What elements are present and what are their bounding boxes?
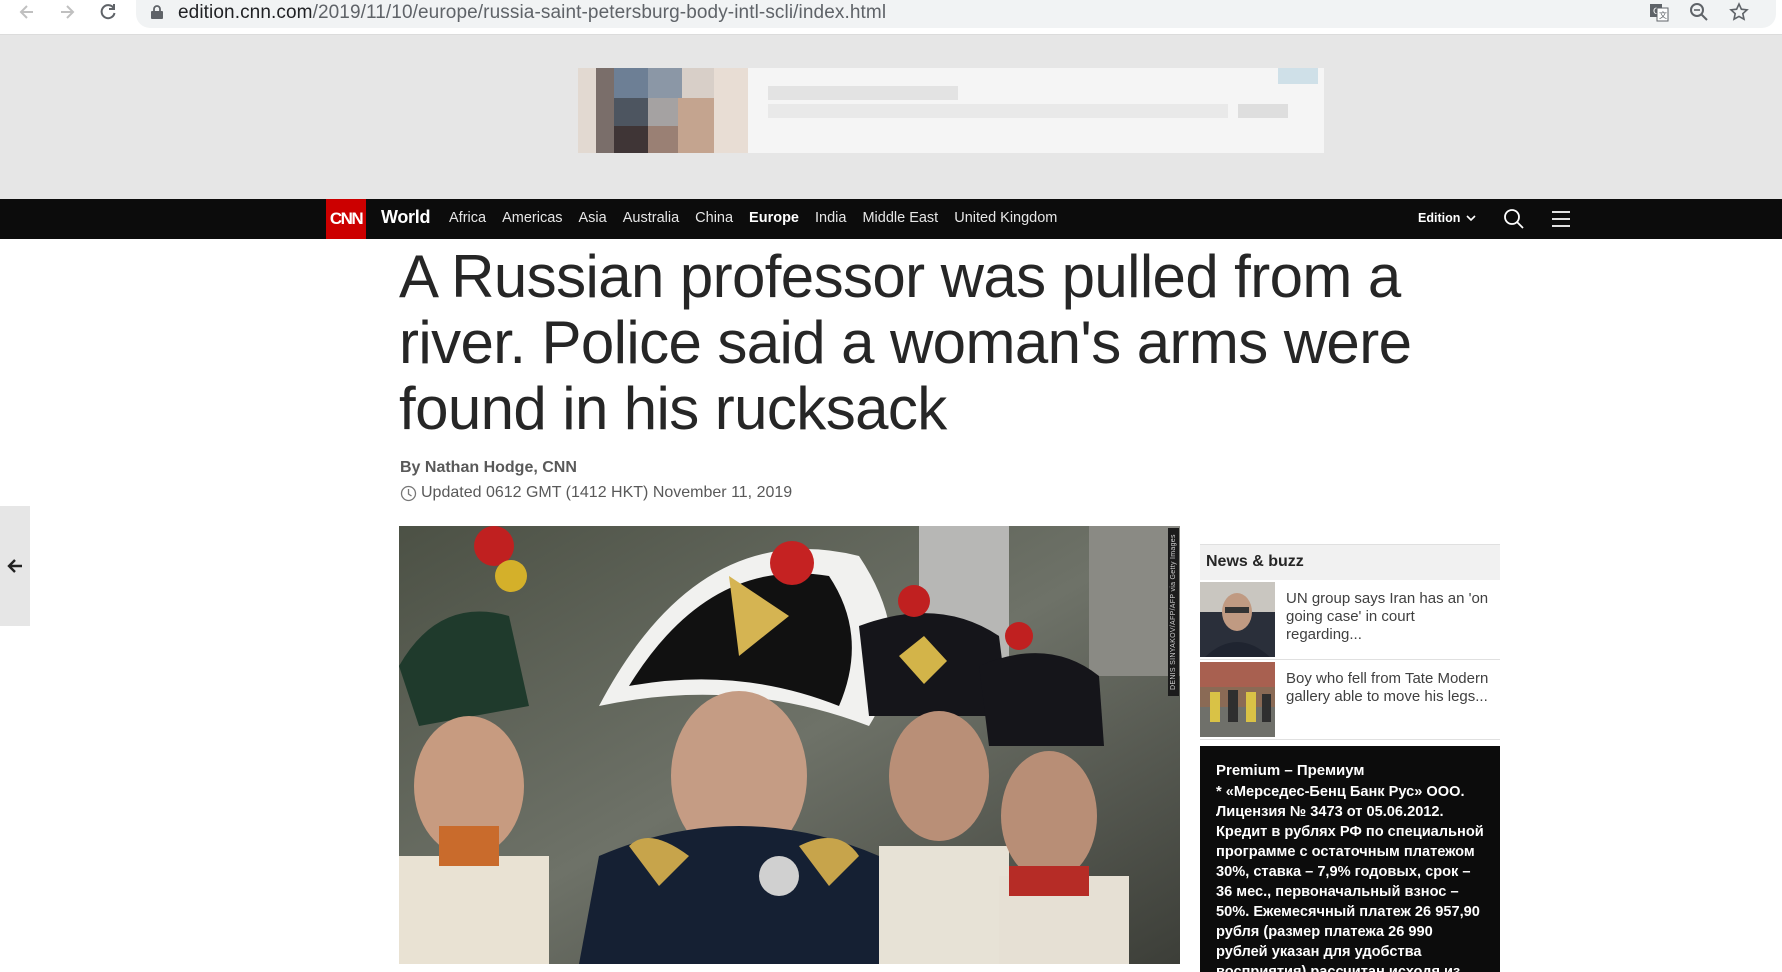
section-title[interactable]: World (381, 207, 430, 228)
ad-thumbnail (578, 68, 748, 153)
bookmark-star-icon[interactable] (1726, 0, 1752, 24)
edition-label: Edition (1418, 211, 1461, 225)
article-photo[interactable] (399, 526, 1180, 964)
browser-toolbar: edition.cnn.com/2019/11/10/europe/russia… (0, 0, 1782, 35)
updated-text: Updated 0612 GMT (1412 HKT) November 11,… (421, 484, 793, 501)
sponsored-body: * «Мерседес-Бенц Банк Рус» ООО. Лицензия… (1216, 784, 1484, 972)
clock-icon (400, 485, 417, 501)
arrow-left-icon (7, 559, 22, 573)
news-headline[interactable]: Boy who fell from Tate Modern gallery ab… (1286, 670, 1491, 706)
cnn-logo[interactable]: CNN (326, 199, 366, 239)
article-timestamp: Updated 0612 GMT (1412 HKT) November 11,… (400, 484, 792, 502)
chevron-down-icon (1466, 214, 1476, 221)
back-arrow-icon[interactable] (12, 0, 42, 24)
side-drawer-tab[interactable] (0, 506, 30, 626)
nav-link-middle-east[interactable]: Middle East (862, 210, 938, 226)
photo-credit: DENIS SINYAKOV/AFP/AFP via Getty Images (1168, 528, 1179, 696)
news-buzz-item[interactable]: UN group says Iran has an 'on going case… (1200, 580, 1500, 660)
address-bar[interactable]: edition.cnn.com/2019/11/10/europe/russia… (136, 0, 1776, 28)
article-headline: A Russian professor was pulled from a ri… (399, 243, 1412, 442)
url-text[interactable]: edition.cnn.com/2019/11/10/europe/russia… (178, 2, 886, 24)
forward-arrow-icon[interactable] (52, 0, 82, 24)
article-byline[interactable]: By Nathan Hodge, CNN (400, 459, 577, 477)
ad-creative[interactable] (578, 68, 1324, 153)
news-buzz-module: News & buzz UN group says Iran has an 'o… (1200, 544, 1500, 740)
nav-link-china[interactable]: China (695, 210, 733, 226)
svg-text:文: 文 (1659, 10, 1667, 20)
nav-link-europe[interactable]: Europe (749, 210, 799, 226)
reload-icon[interactable] (93, 0, 123, 24)
news-thumbnail (1200, 662, 1275, 737)
site-navigation: CNN World Africa Americas Asia Australia… (0, 199, 1782, 239)
zoom-icon[interactable] (1686, 0, 1712, 24)
nav-link-africa[interactable]: Africa (449, 210, 486, 226)
news-thumbnail (1200, 582, 1275, 657)
lock-icon (151, 5, 163, 19)
nav-link-united-kingdom[interactable]: United Kingdom (954, 210, 1057, 226)
article-photo-image (399, 526, 1180, 964)
nav-link-india[interactable]: India (815, 210, 846, 226)
sponsored-title: Premium – Премиум (1216, 762, 1365, 779)
nav-link-australia[interactable]: Australia (623, 210, 679, 226)
ad-banner (0, 35, 1782, 199)
news-buzz-item[interactable]: Boy who fell from Tate Modern gallery ab… (1200, 660, 1500, 740)
sponsored-ad[interactable]: Premium – Премиум * «Мерседес-Бенц Банк … (1200, 746, 1500, 972)
nav-links: Africa Americas Asia Australia China Eur… (449, 210, 1073, 226)
hamburger-menu-icon[interactable] (1551, 209, 1571, 229)
edition-selector[interactable]: Edition (1418, 211, 1476, 225)
news-buzz-header: News & buzz (1200, 544, 1500, 580)
search-icon[interactable] (1502, 207, 1526, 231)
translate-icon[interactable]: G文 (1646, 0, 1672, 24)
nav-link-americas[interactable]: Americas (502, 210, 562, 226)
nav-link-asia[interactable]: Asia (579, 210, 607, 226)
news-headline[interactable]: UN group says Iran has an 'on going case… (1286, 590, 1491, 644)
